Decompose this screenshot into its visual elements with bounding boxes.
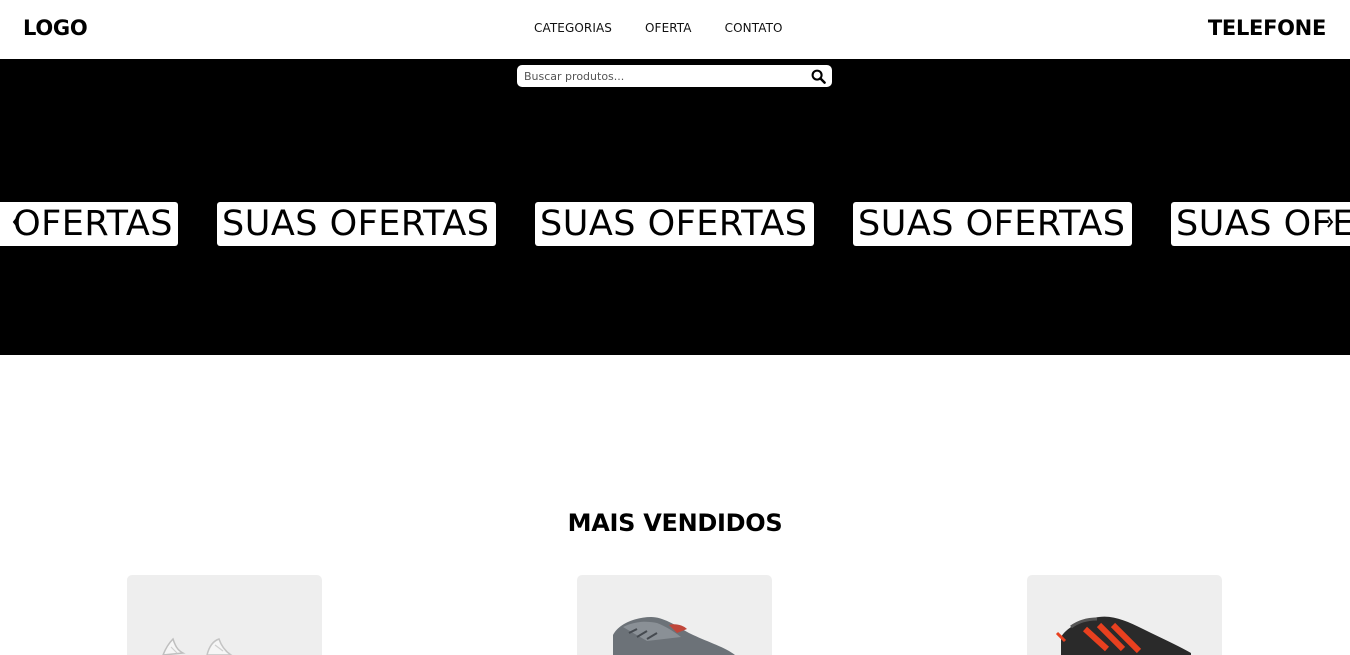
offers-banner: OFERTAS SUAS OFERTAS SUAS OFERTAS SUAS O… [0, 59, 1350, 355]
offer-tag[interactable]: SUAS OFERTAS [535, 202, 814, 246]
chevron-right-icon[interactable] [1324, 215, 1336, 229]
search-input[interactable] [524, 66, 810, 86]
sneaker-image [613, 617, 735, 655]
offer-tag[interactable]: SUAS OFERTAS [217, 202, 496, 246]
page: LOGO CATEGORIAS OFERTA CONTATO TELEFONE … [0, 0, 1350, 655]
offer-tag-label: OFERTAS [13, 204, 173, 244]
offer-tag-label: SUAS OFERTAS [540, 204, 808, 244]
offer-tag-label: SUAS OFERTAS [858, 204, 1126, 244]
sneaker-image [1055, 616, 1191, 655]
section-title: MAIS VENDIDOS [567, 509, 783, 537]
product-card[interactable] [577, 575, 772, 655]
chevron-left-icon[interactable] [10, 215, 22, 229]
phone-label[interactable]: TELEFONE [1208, 16, 1326, 40]
nav-item-oferta[interactable]: OFERTA [645, 21, 692, 35]
offer-tag[interactable]: OFERTAS [0, 202, 178, 246]
nav-item-categorias[interactable]: CATEGORIAS [534, 21, 612, 35]
search-icon[interactable] [810, 68, 826, 84]
search-bar [517, 65, 832, 87]
sneaker-image [162, 637, 233, 655]
product-card[interactable] [127, 575, 322, 655]
product-card[interactable] [1027, 575, 1222, 655]
products-grid [0, 575, 1350, 655]
site-header: LOGO CATEGORIAS OFERTA CONTATO TELEFONE [0, 0, 1350, 59]
main-nav: CATEGORIAS OFERTA CONTATO [534, 21, 783, 35]
offer-tag[interactable]: SUAS OFERTAS [853, 202, 1132, 246]
logo[interactable]: LOGO [23, 16, 88, 40]
nav-item-contato[interactable]: CONTATO [725, 21, 783, 35]
offer-tag-label: SUAS OFERTAS [222, 204, 490, 244]
offers-marquee: OFERTAS SUAS OFERTAS SUAS OFERTAS SUAS O… [0, 202, 1350, 246]
